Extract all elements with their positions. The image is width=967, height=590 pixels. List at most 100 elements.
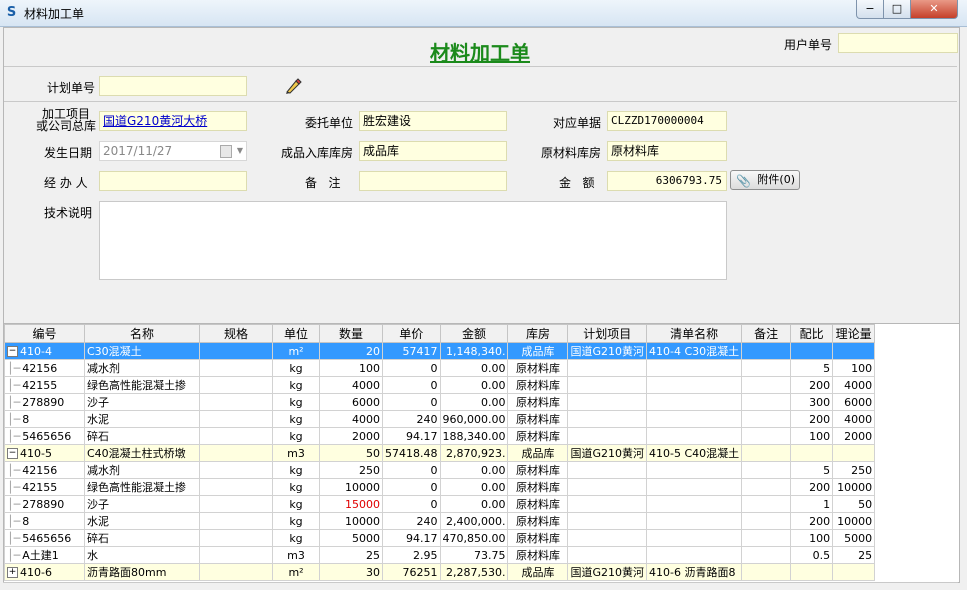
cell-wh[interactable]: 原材料库 [507, 410, 569, 428]
cell-amount[interactable]: 0.00 [439, 478, 509, 496]
cell-ratio[interactable]: 200 [790, 376, 834, 394]
cell-code[interactable]: +410-6 [4, 563, 85, 581]
cell-theory[interactable]: 10000 [832, 512, 876, 530]
cell-name[interactable]: 绿色高性能混凝土掺 [84, 376, 200, 394]
cell-wh[interactable]: 成品库 [507, 444, 569, 462]
column-header[interactable]: 清单名称 [646, 324, 743, 343]
cell-wh[interactable]: 原材料库 [507, 546, 569, 564]
cell-unit[interactable]: m² [272, 563, 320, 581]
cell-qty[interactable]: 50 [319, 444, 383, 462]
table-row[interactable]: │─ 42155 绿色高性能混凝土掺 kg 10000 0 0.00 原材料库 200 10000 [4, 478, 876, 496]
cell-note[interactable] [741, 376, 792, 394]
cell-note[interactable] [741, 444, 792, 462]
cell-spec[interactable] [199, 444, 273, 462]
cell-unit[interactable]: kg [272, 393, 320, 411]
cell-note[interactable] [741, 563, 792, 581]
cell-name[interactable]: C40混凝土柱式桥墩 [84, 444, 200, 462]
cell-note[interactable] [741, 410, 792, 428]
expand-icon[interactable]: + [7, 567, 18, 578]
cell-code[interactable]: │─ 42156 [4, 461, 85, 479]
cell-theory[interactable]: 25 [832, 546, 876, 564]
cell-plan[interactable] [567, 427, 648, 445]
collapse-icon[interactable]: − [7, 448, 18, 459]
cell-plan[interactable] [567, 546, 648, 564]
close-button[interactable]: ✕ [910, 0, 958, 19]
cell-spec[interactable] [199, 461, 273, 479]
cell-list[interactable] [646, 427, 743, 445]
cell-price[interactable]: 240 [382, 410, 441, 428]
cell-name[interactable]: 减水剂 [84, 359, 200, 377]
table-row[interactable]: │─ 8 水泥 kg 4000 240 960,000.00 原材料库 200 4000 [4, 410, 876, 428]
cell-unit[interactable]: kg [272, 495, 320, 513]
cell-amount[interactable]: 960,000.00 [439, 410, 509, 428]
client-field[interactable]: 胜宏建设 [359, 111, 507, 131]
cell-spec[interactable] [199, 563, 273, 581]
cell-qty[interactable]: 20 [319, 342, 383, 360]
table-row[interactable]: │─ 278890 沙子 kg 6000 0 0.00 原材料库 300 6000 [4, 393, 876, 411]
cell-amount[interactable]: 73.75 [439, 546, 509, 564]
table-row[interactable]: │─ 42155 绿色高性能混凝土掺 kg 4000 0 0.00 原材料库 200 4000 [4, 376, 876, 394]
cell-price[interactable]: 94.17 [382, 427, 441, 445]
cell-plan[interactable] [567, 393, 648, 411]
cell-note[interactable] [741, 427, 792, 445]
cell-list[interactable] [646, 359, 743, 377]
maximize-button[interactable]: □ [883, 0, 911, 19]
cell-plan[interactable] [567, 478, 648, 496]
cell-unit[interactable]: kg [272, 427, 320, 445]
cell-price[interactable]: 0 [382, 393, 441, 411]
cell-unit[interactable]: kg [272, 529, 320, 547]
cell-price[interactable]: 240 [382, 512, 441, 530]
cell-wh[interactable]: 原材料库 [507, 529, 569, 547]
cell-theory[interactable]: 5000 [832, 529, 876, 547]
cell-qty[interactable]: 250 [319, 461, 383, 479]
cell-name[interactable]: 水泥 [84, 512, 200, 530]
cell-ratio[interactable]: 5 [790, 461, 834, 479]
cell-qty[interactable]: 10000 [319, 478, 383, 496]
cell-unit[interactable]: kg [272, 410, 320, 428]
cell-unit[interactable]: kg [272, 461, 320, 479]
cell-wh[interactable]: 原材料库 [507, 495, 569, 513]
cell-code[interactable]: −410-5 [4, 444, 85, 462]
cell-spec[interactable] [199, 529, 273, 547]
cell-list[interactable] [646, 478, 743, 496]
cell-ratio[interactable]: 5 [790, 359, 834, 377]
cell-spec[interactable] [199, 546, 273, 564]
cell-note[interactable] [741, 546, 792, 564]
column-header[interactable]: 编号 [4, 324, 85, 343]
cell-wh[interactable]: 原材料库 [507, 478, 569, 496]
cell-ratio[interactable]: 1 [790, 495, 834, 513]
cell-qty[interactable]: 4000 [319, 376, 383, 394]
cell-spec[interactable] [199, 427, 273, 445]
cell-note[interactable] [741, 342, 792, 360]
cell-note[interactable] [741, 359, 792, 377]
cell-plan[interactable]: 国道G210黄河 [567, 342, 648, 360]
cell-price[interactable]: 2.95 [382, 546, 441, 564]
table-row[interactable]: │─ A土建1 水 m3 25 2.95 73.75 原材料库 0.5 25 [4, 546, 876, 564]
cell-list[interactable] [646, 410, 743, 428]
column-header[interactable]: 理论量 [832, 324, 876, 343]
cell-price[interactable]: 0 [382, 478, 441, 496]
cell-qty[interactable]: 6000 [319, 393, 383, 411]
cell-amount[interactable]: 0.00 [439, 461, 509, 479]
cell-list[interactable] [646, 529, 743, 547]
cell-code[interactable]: │─ A土建1 [4, 546, 85, 564]
group-row[interactable]: −410-4 C30混凝土 m² 20 57417 1,148,340. 成品库 国道G210… [4, 342, 876, 360]
cell-ratio[interactable]: 0.5 [790, 546, 834, 564]
cell-wh[interactable]: 原材料库 [507, 512, 569, 530]
cell-ratio[interactable] [790, 444, 834, 462]
cell-wh[interactable]: 原材料库 [507, 427, 569, 445]
collapse-icon[interactable]: − [7, 346, 18, 357]
cell-ratio[interactable]: 100 [790, 529, 834, 547]
cell-theory[interactable]: 10000 [832, 478, 876, 496]
date-picker[interactable]: 2017/11/27 ▼ [99, 141, 247, 161]
cell-wh[interactable]: 原材料库 [507, 359, 569, 377]
column-header[interactable]: 备注 [741, 324, 792, 343]
title-bar[interactable]: S 材料加工单 − □ ✕ [0, 0, 967, 27]
cell-code[interactable]: │─ 8 [4, 410, 85, 428]
cell-code[interactable]: │─ 5465656 [4, 427, 85, 445]
table-row[interactable]: │─ 5465656 碎石 kg 5000 94.17 470,850.00 原材料库 100 5… [4, 529, 876, 547]
cell-code[interactable]: │─ 278890 [4, 495, 85, 513]
table-row[interactable]: │─ 278890 沙子 kg 15000 0 0.00 原材料库 1 50 [4, 495, 876, 513]
cell-name[interactable]: 绿色高性能混凝土掺 [84, 478, 200, 496]
cell-name[interactable]: 沥青路面80mm [84, 563, 200, 581]
